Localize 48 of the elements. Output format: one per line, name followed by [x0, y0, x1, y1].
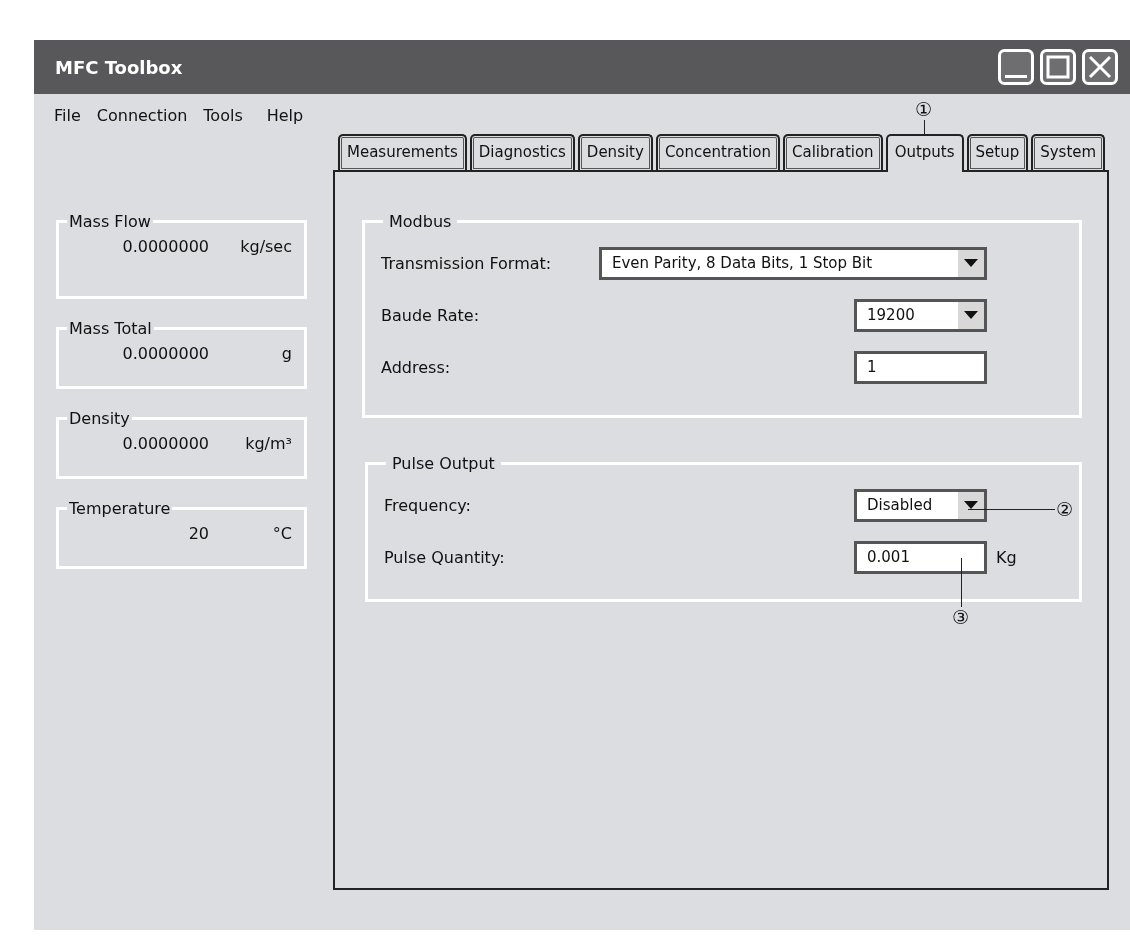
- dropdown[interactable]: Disabled: [854, 488, 987, 522]
- dropdown[interactable]: 19200: [854, 298, 987, 332]
- input-field[interactable]: 1: [854, 350, 987, 384]
- menu-item[interactable]: Connection: [92, 105, 192, 125]
- field-label: Transmission Format:: [381, 253, 553, 273]
- menu-item[interactable]: Tools: [199, 105, 247, 125]
- maximize-icon[interactable]: [1040, 49, 1076, 85]
- tab[interactable]: Density: [577, 134, 653, 170]
- field-label: Baude Rate:: [381, 305, 481, 325]
- group-label: Temperature: [68, 499, 172, 518]
- group-label: Mass Total: [68, 319, 153, 338]
- menu-item[interactable]: Help: [262, 105, 308, 125]
- close-icon[interactable]: [1082, 49, 1118, 85]
- minimize-icon[interactable]: [998, 49, 1034, 85]
- caret-icon: [964, 311, 978, 319]
- callout-number: ①: [915, 99, 933, 119]
- readout-value: 20: [187, 524, 209, 543]
- caret-icon: [964, 259, 978, 267]
- dropdown[interactable]: Even Parity, 8 Data Bits, 1 Stop Bit: [599, 246, 987, 280]
- tab[interactable]: Setup: [966, 134, 1029, 170]
- leader-line: [961, 558, 962, 607]
- group-label: Modbus: [388, 212, 453, 231]
- field-label: Address:: [381, 357, 452, 377]
- group-label: Pulse Output: [391, 454, 496, 473]
- field-label: Frequency:: [384, 495, 472, 515]
- callout-number: ②: [1056, 499, 1074, 519]
- input-field[interactable]: 0.001: [854, 540, 987, 574]
- menu-item[interactable]: File: [50, 105, 85, 125]
- tab[interactable]: Diagnostics: [469, 134, 575, 170]
- readout-value: 0.0000000: [121, 434, 209, 453]
- group-label: Mass Flow: [68, 212, 152, 231]
- unit-label: Kg: [996, 547, 1018, 567]
- tab[interactable]: Concentration: [655, 134, 780, 170]
- unit-label: kg/m³: [245, 434, 292, 453]
- field-label: Pulse Quantity:: [384, 547, 506, 567]
- unit-label: g: [281, 344, 292, 363]
- unit-label: kg/sec: [240, 237, 292, 256]
- tab[interactable]: Outputs: [885, 134, 964, 172]
- readout-value: 0.0000000: [121, 237, 209, 256]
- tab[interactable]: Calibration: [783, 134, 883, 170]
- tab[interactable]: System: [1031, 134, 1106, 170]
- caret-icon: [964, 501, 978, 509]
- group-label: Density: [68, 409, 131, 428]
- readout-value: 0.0000000: [121, 344, 209, 363]
- callout-number: ③: [952, 607, 970, 627]
- unit-label: °C: [272, 524, 292, 543]
- tab[interactable]: Measurements: [338, 134, 467, 170]
- window-title: MFC Toolbox: [55, 56, 183, 78]
